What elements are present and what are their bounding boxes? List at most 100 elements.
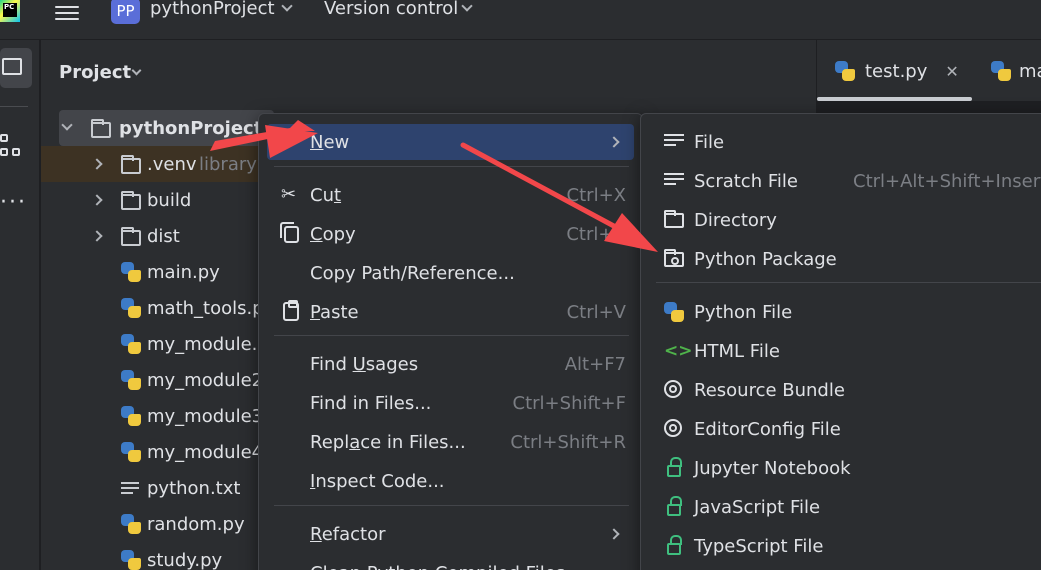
lock-icon xyxy=(667,535,682,555)
folder-icon xyxy=(121,227,141,246)
python-icon xyxy=(121,370,141,390)
copy-icon xyxy=(280,222,299,243)
menu-item-copy[interactable]: Copy Ctrl+C xyxy=(267,216,634,252)
paste-icon xyxy=(283,300,299,321)
menu-item-label: Replace in Files... xyxy=(310,431,466,453)
python-icon xyxy=(121,298,141,318)
tree-item-label: main.py xyxy=(147,261,220,283)
tab-next[interactable]: ma xyxy=(991,40,1041,102)
menu-item-label: Find Usages xyxy=(310,353,419,375)
menu-item-cut[interactable]: ✂ Cut Ctrl+X xyxy=(267,177,634,213)
submenu-item-directory[interactable]: Directory xyxy=(649,202,1041,238)
folder-icon xyxy=(2,58,22,75)
project-tool-button[interactable] xyxy=(0,48,32,88)
submenu-item-label: TypeScript File xyxy=(694,535,824,557)
menu-item-label: Copy Path/Reference... xyxy=(310,262,515,284)
gear-icon xyxy=(664,419,682,437)
python-package-icon xyxy=(664,249,684,267)
submenu-item-javascript-file[interactable]: JavaScript File xyxy=(649,489,1041,525)
chevron-right-icon xyxy=(608,136,620,148)
project-name[interactable]: pythonProject xyxy=(150,0,275,19)
submenu-item-label: Python Package xyxy=(694,248,837,270)
submenu-item-resource-bundle[interactable]: Resource Bundle xyxy=(649,372,1041,408)
python-icon xyxy=(664,302,684,322)
chevron-right-icon xyxy=(608,528,620,540)
context-menu: New ✂ Cut Ctrl+X Copy Ctrl+C Copy Path/Referen… xyxy=(258,113,643,570)
menu-separator xyxy=(656,282,1041,283)
new-submenu: File Scratch File Ctrl+Alt+Shift+Insert Dir… xyxy=(640,113,1041,570)
tab-label: test.py xyxy=(865,60,928,82)
shortcut-hint: Ctrl+V xyxy=(566,301,626,323)
python-icon xyxy=(121,406,141,426)
menu-item-inspect-code[interactable]: Inspect Code... xyxy=(267,463,634,499)
submenu-item-label: Scratch File xyxy=(694,170,798,192)
shortcut-hint: Ctrl+Shift+R xyxy=(510,431,626,453)
chevron-down-icon[interactable] xyxy=(131,65,142,76)
tree-item-label: .venv xyxy=(147,153,197,175)
shortcut-hint: Alt+F7 xyxy=(564,353,626,375)
chevron-right-icon[interactable] xyxy=(91,230,103,242)
editor-tab-strip: test.py ✕ ma xyxy=(817,40,1041,102)
submenu-item-html-file[interactable]: <> HTML File xyxy=(649,333,1041,369)
tab-test-py[interactable]: test.py ✕ xyxy=(835,40,959,102)
close-icon[interactable]: ✕ xyxy=(945,62,958,81)
more-icon[interactable]: ··· xyxy=(0,190,27,215)
python-icon xyxy=(835,61,855,81)
folder-icon xyxy=(91,119,111,138)
main-menu-icon[interactable] xyxy=(55,3,79,23)
html-icon: <> xyxy=(664,341,693,361)
submenu-item-typescript-file[interactable]: TypeScript File xyxy=(649,528,1041,564)
menu-item-label: Find in Files... xyxy=(310,392,432,414)
tree-item-label: build xyxy=(147,189,192,211)
title-bar: PC PP pythonProject Version control xyxy=(0,0,1041,40)
python-icon xyxy=(121,262,141,282)
panel-title[interactable]: Project xyxy=(59,62,131,83)
menu-separator xyxy=(274,166,629,167)
submenu-item-label: Directory xyxy=(694,209,777,231)
tree-folder-row[interactable]: pythonProject xyxy=(59,110,274,146)
menu-separator xyxy=(274,335,629,336)
chevron-down-icon[interactable] xyxy=(281,0,293,12)
chevron-down-icon[interactable] xyxy=(61,119,73,131)
lock-icon xyxy=(667,496,682,516)
menu-item-label: Refactor xyxy=(310,523,386,545)
python-icon xyxy=(121,442,141,462)
submenu-item-file[interactable]: File xyxy=(649,124,1041,160)
tree-item-label: random.py xyxy=(147,513,245,535)
menu-item-clean-python-compiled-files[interactable]: Clean Python Compiled Files xyxy=(267,555,634,570)
python-icon xyxy=(121,550,141,570)
tab-label: ma xyxy=(1019,60,1041,82)
menu-item-find-usages[interactable]: Find Usages Alt+F7 xyxy=(267,346,634,382)
folder-icon xyxy=(121,191,141,210)
submenu-item-python-file[interactable]: Python File xyxy=(649,294,1041,330)
menu-item-label: New xyxy=(310,131,350,153)
submenu-item-editorconfig-file[interactable]: EditorConfig File xyxy=(649,411,1041,447)
menu-item-find-in-files[interactable]: Find in Files... Ctrl+Shift+F xyxy=(267,385,634,421)
pycharm-logo-icon[interactable]: PC xyxy=(0,0,20,22)
submenu-item-label: EditorConfig File xyxy=(694,418,841,440)
menu-item-refactor[interactable]: Refactor xyxy=(267,516,634,552)
submenu-item-scratch-file[interactable]: Scratch File Ctrl+Alt+Shift+Insert xyxy=(649,163,1041,199)
version-control-menu[interactable]: Version control xyxy=(324,0,458,19)
menu-item-replace-in-files[interactable]: Replace in Files... Ctrl+Shift+R xyxy=(267,424,634,460)
chevron-right-icon[interactable] xyxy=(91,158,103,170)
menu-item-new[interactable]: New xyxy=(267,124,634,160)
submenu-item-jupyter-notebook[interactable]: Jupyter Notebook xyxy=(649,450,1041,486)
folder-icon xyxy=(121,155,141,174)
menu-item-label: Inspect Code... xyxy=(310,470,445,492)
divider xyxy=(0,106,28,107)
submenu-item-python-package[interactable]: Python Package xyxy=(649,241,1041,277)
chevron-right-icon[interactable] xyxy=(91,194,103,206)
python-icon xyxy=(121,514,141,534)
shortcut-hint: Ctrl+C xyxy=(566,223,626,245)
menu-item-copy-path-reference[interactable]: Copy Path/Reference... xyxy=(267,255,634,291)
project-badge[interactable]: PP xyxy=(111,0,140,24)
submenu-item-label: Resource Bundle xyxy=(694,379,845,401)
menu-item-paste[interactable]: Paste Ctrl+V xyxy=(267,294,634,330)
chevron-down-icon[interactable] xyxy=(461,0,473,12)
submenu-item-label: File xyxy=(694,131,725,153)
text-file-icon xyxy=(121,482,139,498)
scratch-file-icon xyxy=(664,171,684,191)
tree-item-label: dist xyxy=(147,225,180,247)
structure-icon[interactable] xyxy=(0,134,22,158)
